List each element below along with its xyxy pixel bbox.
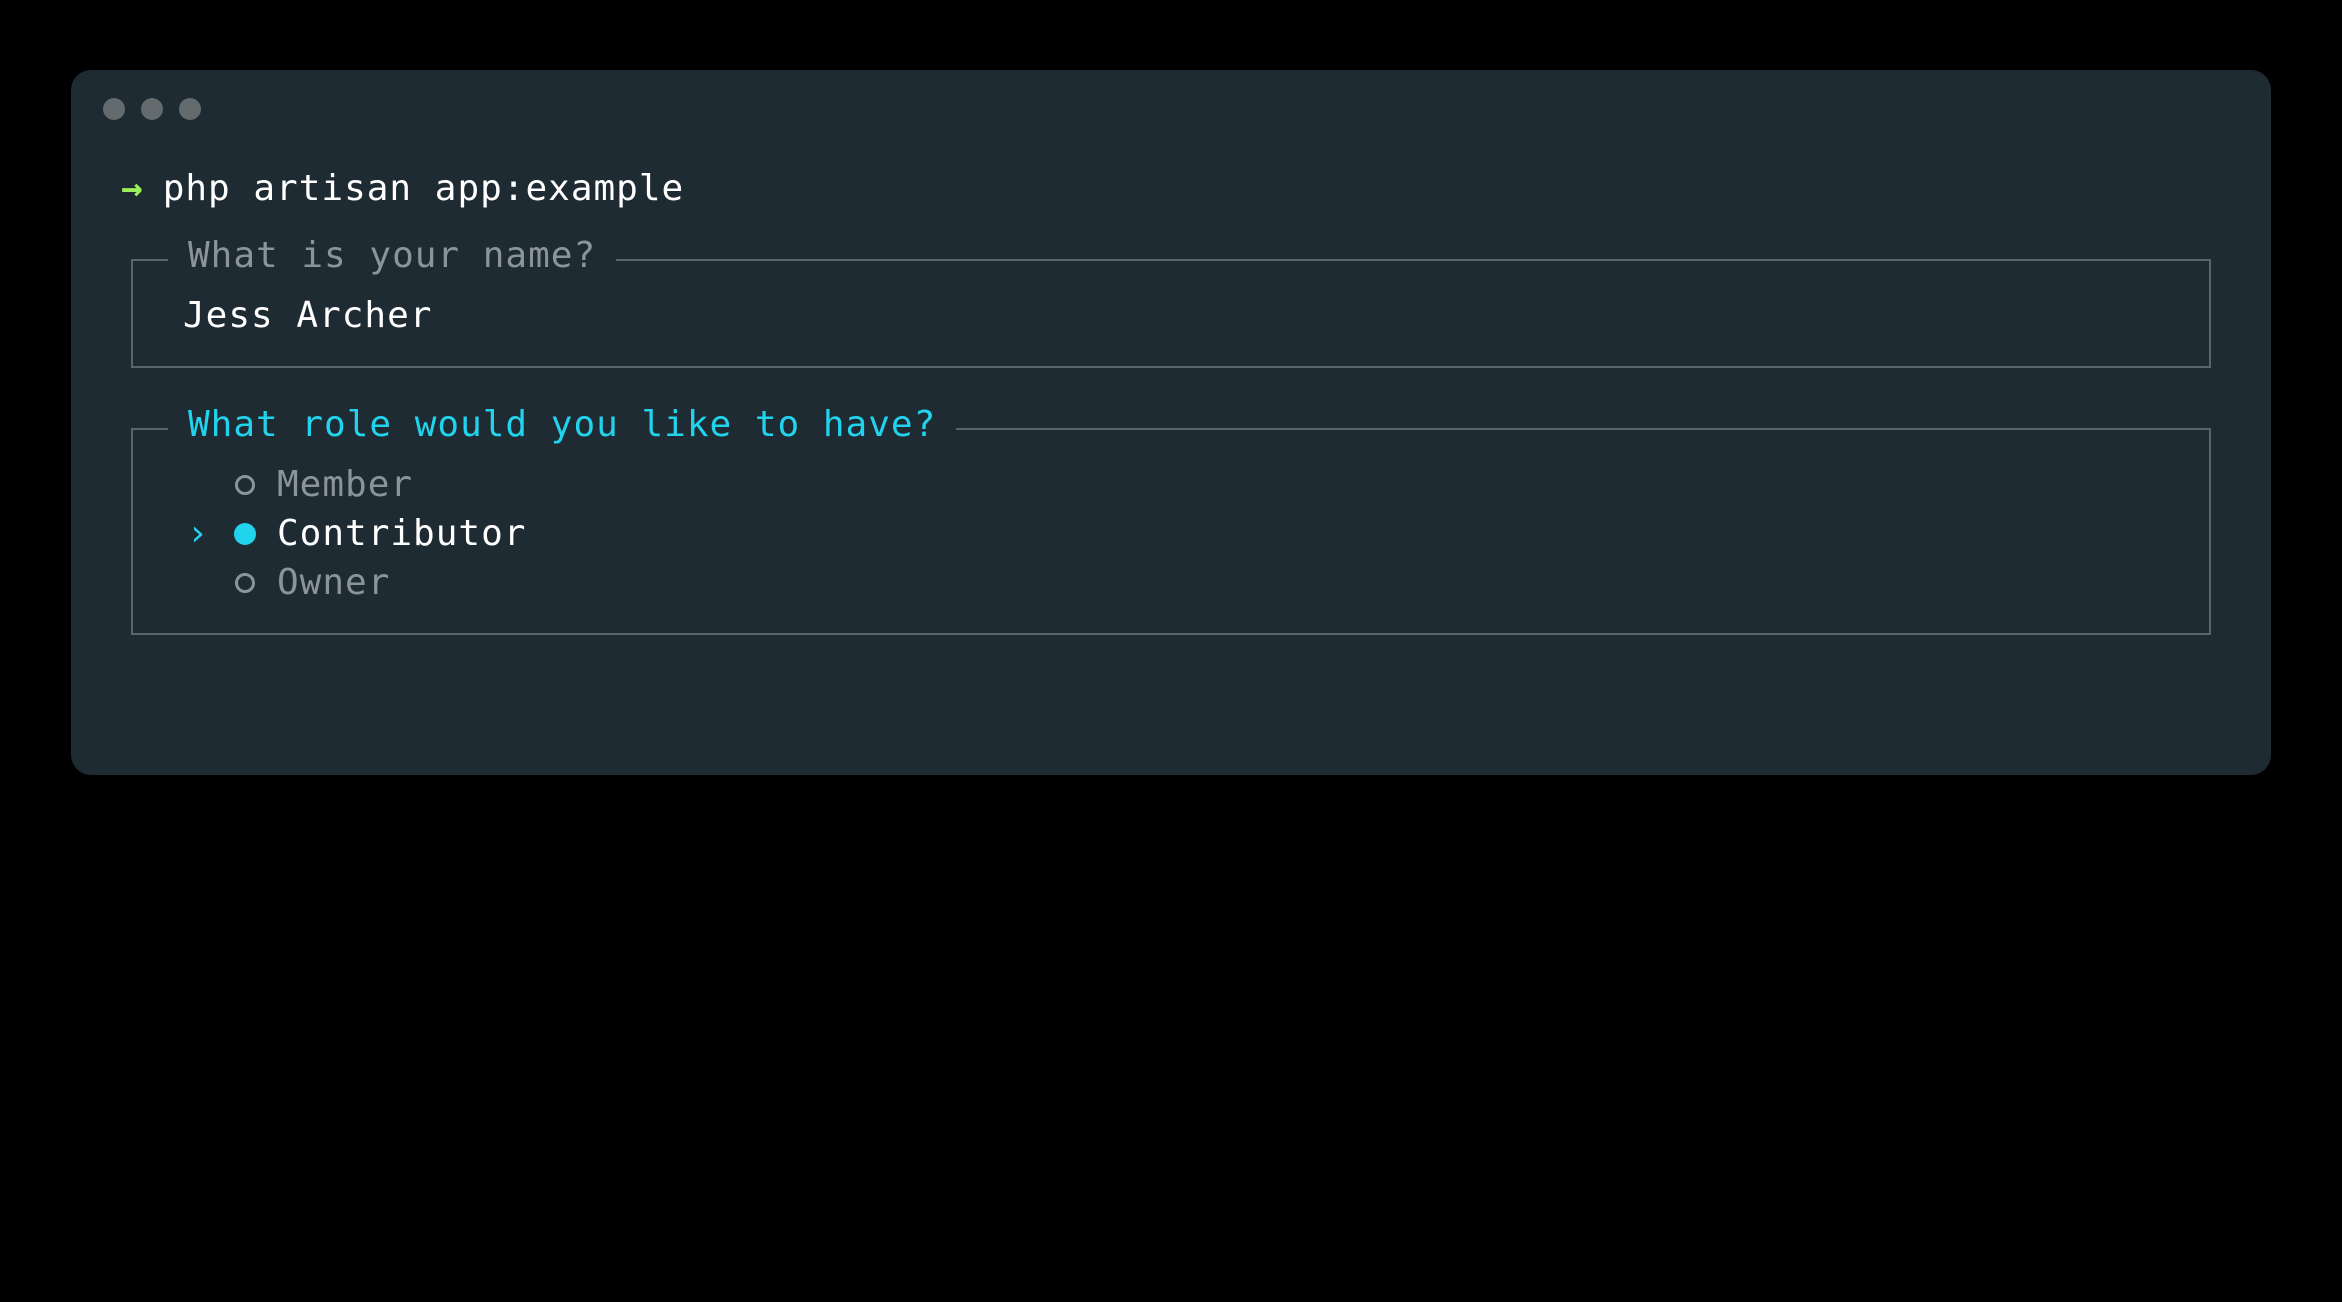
name-prompt-box: What is your name? What is your name? Je… [131, 259, 2211, 368]
role-options-list: Member › Contributor Owner [183, 464, 2159, 603]
role-prompt-question: What role would you like to have? [168, 404, 956, 445]
window-maximize-icon[interactable] [179, 98, 201, 120]
option-label: Owner [277, 562, 390, 603]
role-option-owner[interactable]: Owner [183, 562, 2159, 603]
window-minimize-icon[interactable] [141, 98, 163, 120]
radio-unselected-icon [233, 573, 257, 593]
terminal-window: → php artisan app:example What is your n… [71, 70, 2271, 775]
prompt-arrow-icon: → [121, 168, 143, 209]
pointer-icon: › [183, 513, 213, 554]
role-option-member[interactable]: Member [183, 464, 2159, 505]
window-close-icon[interactable] [103, 98, 125, 120]
role-prompt-box: What role would you like to have? What r… [131, 428, 2211, 635]
window-titlebar [71, 70, 2271, 148]
command-text: php artisan app:example [163, 168, 685, 209]
name-prompt-question: What is your name? [168, 235, 616, 276]
role-option-contributor[interactable]: › Contributor [183, 513, 2159, 554]
option-label: Contributor [277, 513, 526, 554]
radio-selected-icon [233, 523, 257, 545]
radio-unselected-icon [233, 475, 257, 495]
option-label: Member [277, 464, 413, 505]
name-prompt-value[interactable]: Jess Archer [183, 295, 2159, 336]
